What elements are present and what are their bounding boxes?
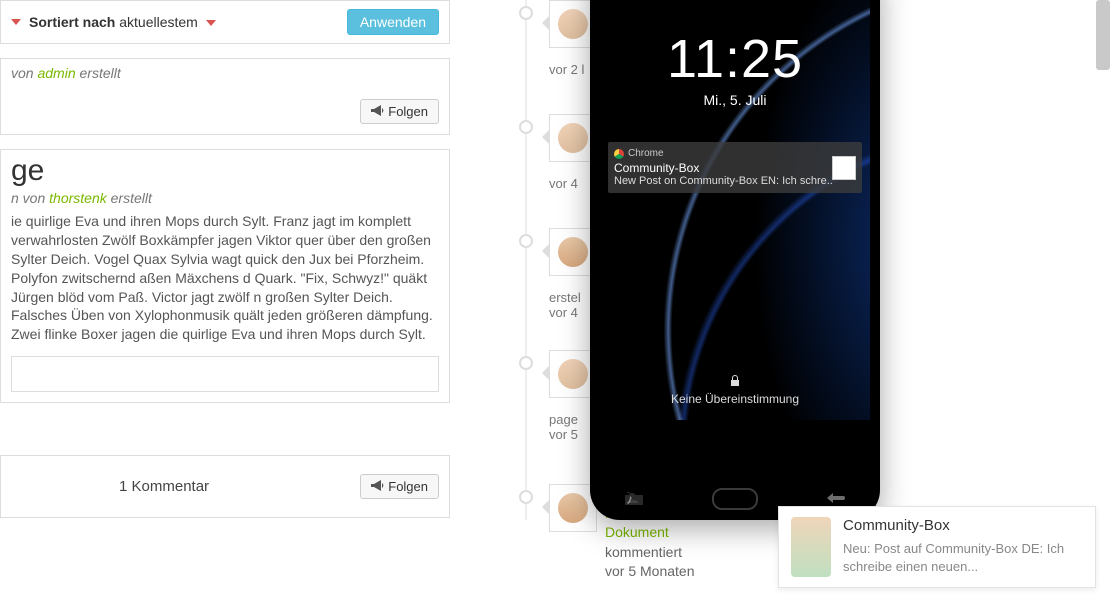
phone-home-button	[712, 488, 758, 510]
caret-down-icon[interactable]	[11, 19, 21, 25]
notif-body: New Post on Community-Box EN: Ich schre.…	[614, 175, 856, 187]
lockscreen-clock: 11:25	[600, 28, 870, 90]
timeline-line	[525, 0, 527, 520]
meta-suffix: erstellt	[76, 65, 121, 81]
notif-avatar	[832, 156, 856, 180]
avatar	[558, 493, 588, 523]
feed-time: vor 5	[549, 427, 578, 442]
lock-message: Keine Übereinstimmung	[600, 375, 870, 406]
megaphone-icon	[371, 104, 384, 119]
follow-label: Folgen	[388, 479, 428, 494]
sort-label[interactable]: Sortiert nach aktuellestem	[29, 14, 224, 30]
timeline-dot	[519, 490, 533, 504]
post-body: ie quirlige Eva und ihren Mops durch Syl…	[11, 212, 439, 344]
scrollbar-thumb[interactable]	[1096, 0, 1110, 70]
post-panel-1: von admin erstellt Folgen	[0, 58, 450, 135]
feed-link[interactable]: Dokument	[605, 524, 669, 540]
feed-time: vor 4	[549, 305, 581, 320]
chrome-icon	[614, 149, 624, 159]
lockscreen-notification[interactable]: Chrome Community-Box New Post on Communi…	[608, 142, 862, 193]
notif-header: Chrome	[614, 148, 856, 159]
avatar	[558, 9, 588, 39]
feed-time: vor 5 Monaten	[605, 563, 695, 579]
avatar	[558, 237, 588, 267]
feed-verb: erstel	[549, 290, 581, 305]
lock-text: Keine Übereinstimmung	[671, 392, 799, 406]
notif-title: Community-Box	[614, 161, 856, 175]
sort-panel: Sortiert nach aktuellestem Anwenden	[0, 0, 450, 44]
meta-prefix: von	[11, 65, 37, 81]
follow-row: Folgen	[1, 81, 449, 134]
avatar	[558, 123, 588, 153]
megaphone-icon	[371, 479, 384, 494]
lockscreen-date: Mi., 5. Juli	[600, 92, 870, 108]
post-meta: von admin erstellt	[1, 59, 449, 81]
phone-mockup: Vodafone.de 📶 ✶ ▴ ▮ 90% ▮ 11:25 Mi., 5. …	[590, 0, 880, 520]
lock-icon	[600, 375, 870, 390]
phone-recent-icon	[625, 491, 643, 508]
toast-title: Community-Box	[843, 517, 1083, 534]
meta-suffix: erstellt	[107, 190, 152, 206]
post-author[interactable]: thorstenk	[49, 190, 107, 206]
feed-time: vor 4	[549, 176, 578, 191]
apply-button[interactable]: Anwenden	[347, 9, 439, 35]
follow-button[interactable]: Folgen	[360, 474, 439, 499]
follow-button[interactable]: Folgen	[360, 99, 439, 124]
toast-text: Community-Box Neu: Post auf Community-Bo…	[843, 517, 1083, 577]
post-meta: n von thorstenk erstellt	[11, 190, 439, 206]
caret-down-icon	[206, 20, 216, 26]
avatar	[558, 359, 588, 389]
left-column: Sortiert nach aktuellestem Anwenden von …	[0, 0, 450, 532]
toast-body: Neu: Post auf Community-Box DE: Ich schr…	[843, 540, 1083, 575]
phone-screen: Vodafone.de 📶 ✶ ▴ ▮ 90% ▮ 11:25 Mi., 5. …	[600, 0, 870, 420]
timeline-dot	[519, 120, 533, 134]
post-author[interactable]: admin	[37, 65, 75, 81]
timeline-dot	[519, 6, 533, 20]
sort-label-value: aktuellestem	[119, 14, 198, 30]
feed-time: vor 2 l	[549, 62, 584, 77]
comment-count: 1 Kommentar	[119, 478, 209, 495]
timeline-dot	[519, 356, 533, 370]
sort-label-prefix: Sortiert nach	[29, 14, 115, 30]
phone-back-icon	[827, 491, 845, 507]
post-panel-2: ge n von thorstenk erstellt ie quirlige …	[0, 149, 450, 403]
timeline-dot	[519, 234, 533, 248]
feed-verb: kommentiert	[605, 544, 682, 560]
toast-avatar	[791, 517, 831, 577]
follow-label: Folgen	[388, 104, 428, 119]
notif-app: Chrome	[628, 148, 664, 159]
comment-input[interactable]	[11, 356, 439, 392]
meta-prefix: n von	[11, 190, 49, 206]
feed-lines: page vor 5	[549, 412, 578, 442]
feed-lines: erstel vor 4	[549, 290, 581, 320]
desktop-toast[interactable]: Community-Box Neu: Post auf Community-Bo…	[778, 506, 1096, 588]
feed-verb: page	[549, 412, 578, 427]
post-title: ge	[11, 156, 439, 186]
footer-panel: 1 Kommentar Folgen	[0, 455, 450, 518]
